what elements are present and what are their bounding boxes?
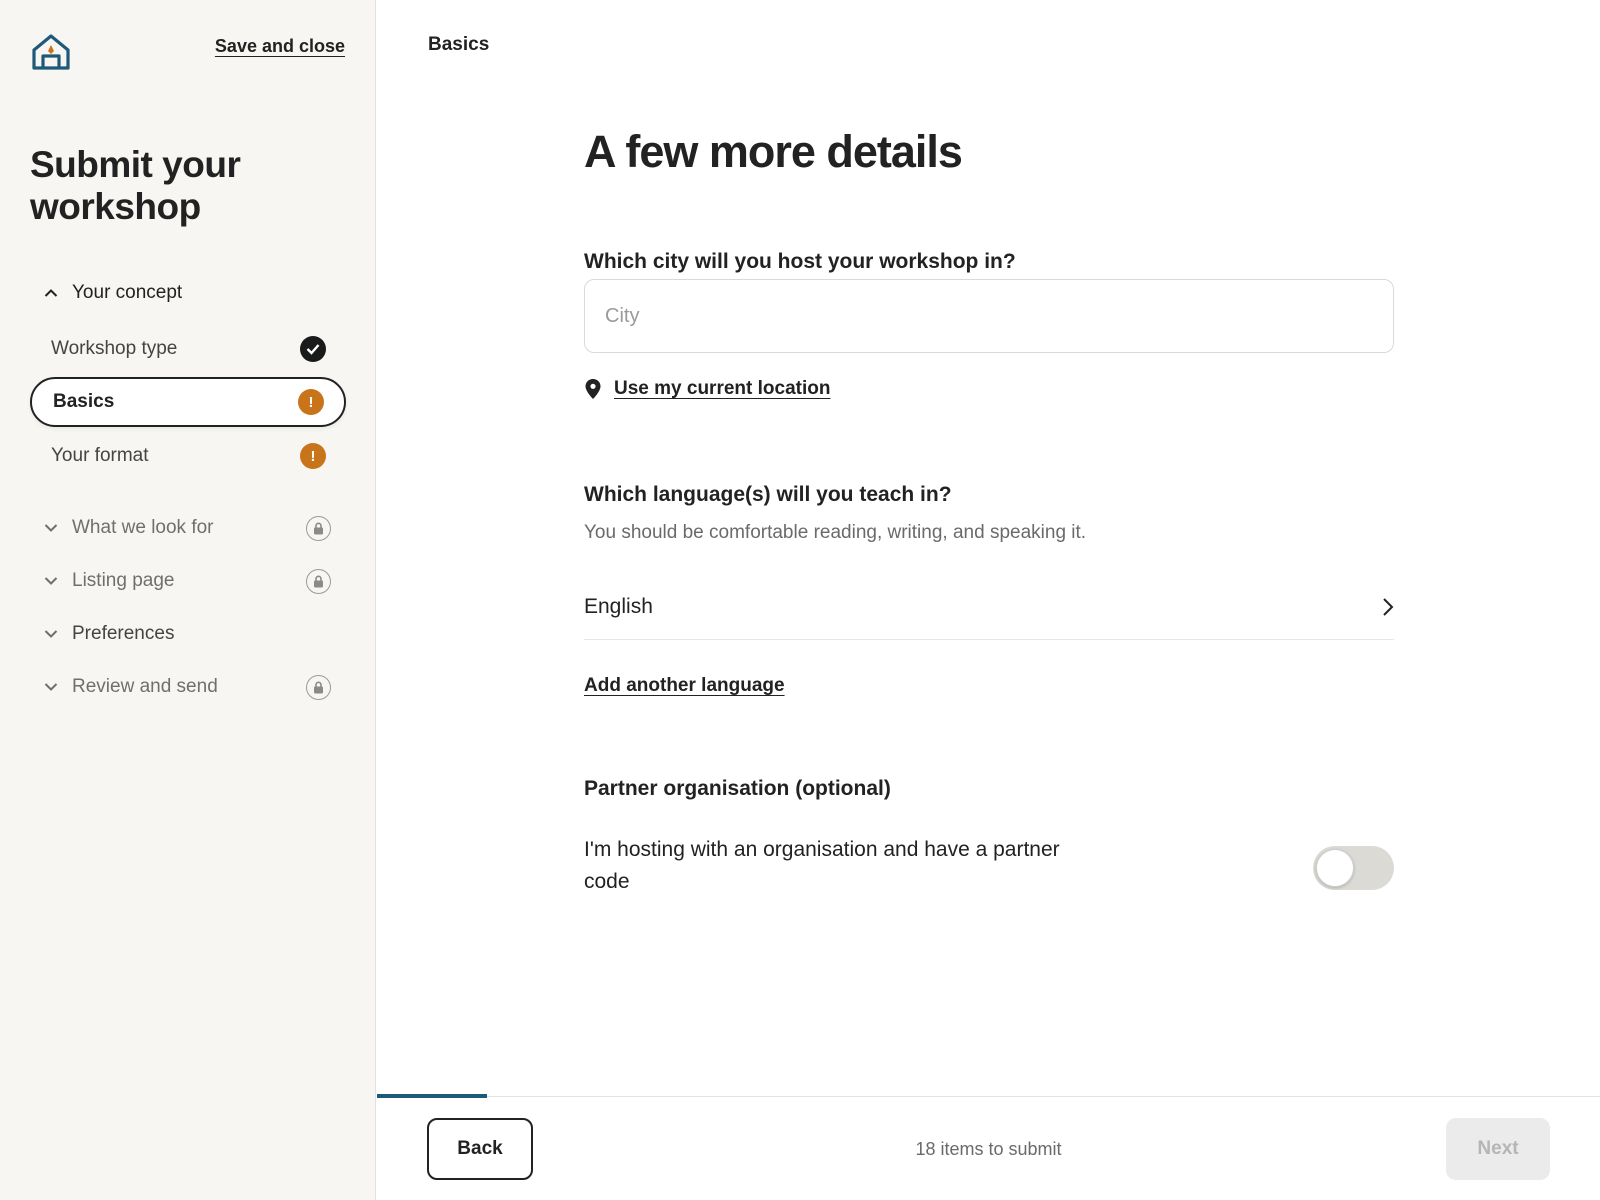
section-label: Your concept (72, 282, 183, 303)
breadcrumb: Basics (428, 34, 490, 55)
language-question: Which language(s) will you teach in? (584, 483, 952, 506)
language-hint: You should be comfortable reading, writi… (584, 522, 1087, 543)
footer-bar: Back 18 items to submit Next (377, 1094, 1600, 1200)
chevron-down-icon (44, 627, 58, 641)
step-label: Your format (51, 445, 149, 466)
section-your-concept[interactable]: Your concept (30, 278, 345, 308)
lock-icon (306, 674, 331, 700)
section-review-and-send[interactable]: Review and send (30, 672, 345, 702)
partner-toggle[interactable] (1313, 846, 1394, 890)
location-pin-icon (585, 379, 601, 399)
add-another-language-link[interactable]: Add another language (584, 675, 785, 697)
toggle-knob (1316, 849, 1354, 887)
chevron-up-icon (44, 286, 58, 300)
section-listing-page[interactable]: Listing page (30, 566, 345, 596)
lock-icon (306, 568, 331, 594)
section-label: Listing page (72, 570, 175, 591)
save-and-close-link[interactable]: Save and close (215, 36, 345, 57)
language-row-english[interactable]: English (584, 574, 1394, 640)
warning-icon: ! (300, 443, 326, 469)
city-input[interactable] (584, 279, 1394, 353)
partner-heading: Partner organisation (optional) (584, 777, 891, 800)
language-label: English (584, 594, 653, 618)
step-label: Basics (53, 391, 115, 412)
city-question: Which city will you host your workshop i… (584, 250, 1016, 273)
chevron-right-icon (1383, 597, 1394, 616)
lock-icon (306, 515, 331, 541)
step-label: Workshop type (51, 338, 178, 359)
use-current-location-link[interactable]: Use my current location (614, 378, 830, 400)
section-label: Preferences (72, 623, 175, 644)
items-to-submit: 18 items to submit (915, 1139, 1062, 1159)
section-label: Review and send (72, 676, 218, 697)
warning-icon: ! (298, 389, 324, 415)
sidebar-title: Submit your workshop (30, 144, 241, 227)
chevron-down-icon (44, 680, 58, 694)
checkmark-icon (300, 336, 326, 362)
chevron-down-icon (44, 521, 58, 535)
progress-bar (377, 1094, 488, 1098)
step-workshop-type[interactable]: Workshop type (30, 324, 346, 374)
page-title: A few more details (584, 126, 963, 177)
use-location-row[interactable]: Use my current location (584, 378, 830, 400)
sidebar: Save and close Submit your workshop Your… (0, 0, 376, 1200)
chevron-down-icon (44, 574, 58, 588)
section-what-we-look-for[interactable]: What we look for (30, 513, 345, 543)
next-button[interactable]: Next (1446, 1118, 1550, 1180)
section-preferences[interactable]: Preferences (30, 619, 345, 649)
house-logo-icon[interactable] (30, 32, 72, 72)
step-your-format[interactable]: Your format ! (30, 431, 346, 481)
step-basics[interactable]: Basics ! (30, 377, 346, 427)
section-label: What we look for (72, 517, 214, 538)
partner-toggle-label: I'm hosting with an organisation and hav… (584, 838, 1060, 893)
